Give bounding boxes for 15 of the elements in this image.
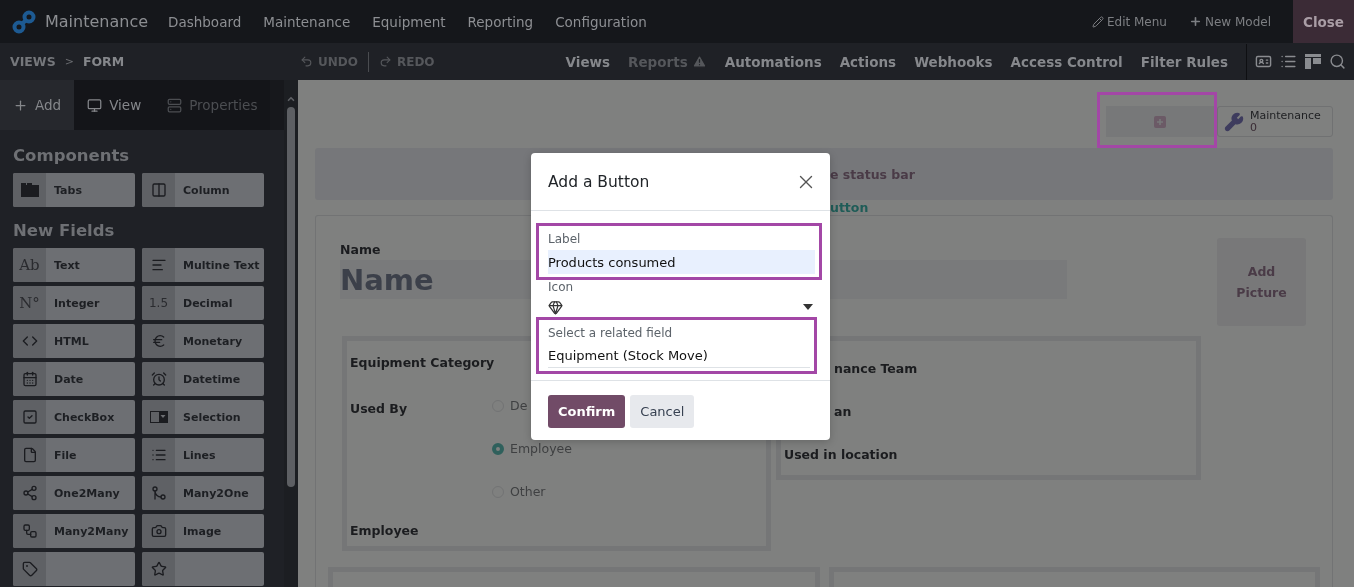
field-label: Used By [350, 401, 408, 416]
field-label: nance Team [834, 361, 918, 376]
breadcrumb-separator: > [64, 55, 74, 68]
field-label: Label [548, 232, 582, 247]
field-label: Equipment Category [350, 355, 495, 370]
field-label: Name [340, 242, 382, 257]
field-label: Icon [548, 280, 575, 295]
field-label: Used in location [784, 447, 898, 462]
section-title: Components [13, 146, 131, 165]
section-title: New Fields [13, 221, 116, 240]
dialog-title: Add a Button [548, 172, 651, 191]
status-bar-hint: e status bar [830, 166, 915, 182]
field-label: Employee [350, 523, 419, 538]
field-label: Select a related field [548, 326, 674, 341]
field-label: an [834, 404, 852, 419]
